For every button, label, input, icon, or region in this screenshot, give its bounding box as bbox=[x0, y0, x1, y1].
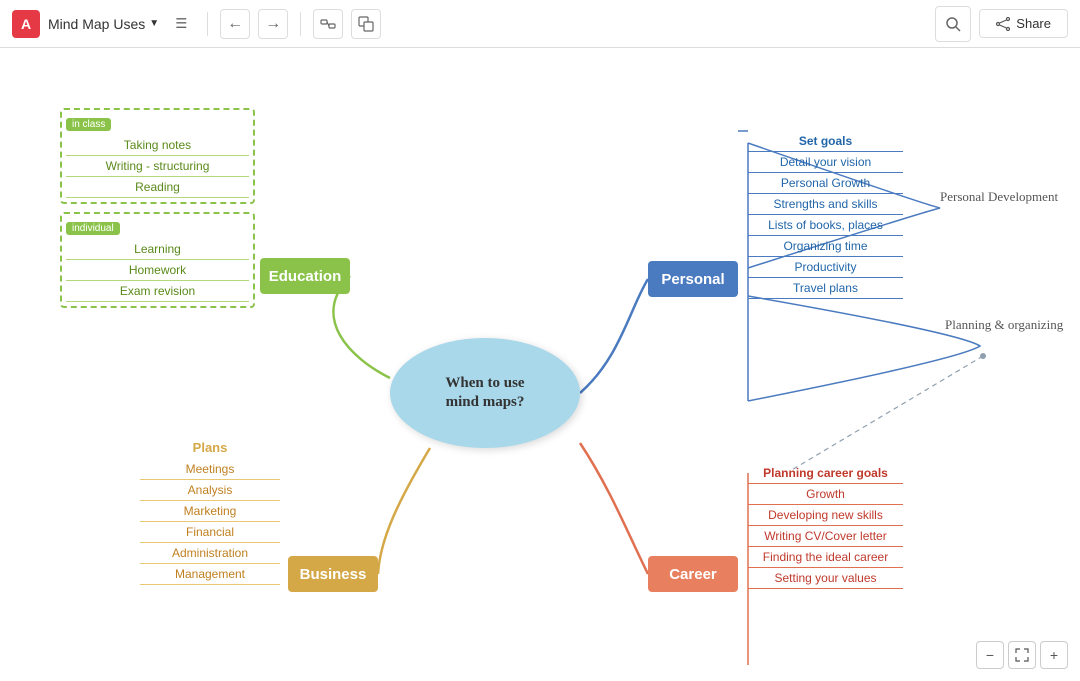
node-personal[interactable]: Personal bbox=[648, 261, 738, 297]
career-leaf-4[interactable]: Finding the ideal career bbox=[748, 547, 903, 568]
business-section-label: Plans bbox=[140, 440, 280, 455]
zoom-out-button[interactable]: − bbox=[976, 641, 1004, 669]
edu-leaf-0[interactable]: Taking notes bbox=[66, 135, 249, 156]
search-button[interactable] bbox=[935, 6, 971, 42]
personal-leaves-group: Set goals Detail your vision Personal Gr… bbox=[748, 131, 903, 299]
zoom-in-button[interactable]: + bbox=[1040, 641, 1068, 669]
edu-leaf-4[interactable]: Homework bbox=[66, 260, 249, 281]
edu-tag-inclass: in class bbox=[66, 118, 111, 131]
annotation-personal-dev: Personal Development bbox=[940, 188, 1058, 206]
career-leaf-0[interactable]: Planning career goals bbox=[748, 463, 903, 484]
edu-box-inclass: in class Taking notes Writing - structur… bbox=[60, 108, 255, 204]
biz-leaf-4[interactable]: Administration bbox=[140, 543, 280, 564]
career-leaf-3[interactable]: Writing CV/Cover letter bbox=[748, 526, 903, 547]
personal-leaf-3[interactable]: Strengths and skills bbox=[748, 194, 903, 215]
zoom-fit-button[interactable] bbox=[1008, 641, 1036, 669]
personal-leaf-2[interactable]: Personal Growth bbox=[748, 173, 903, 194]
separator bbox=[207, 12, 208, 36]
personal-leaf-6[interactable]: Productivity bbox=[748, 257, 903, 278]
zoom-controls: − + bbox=[976, 641, 1068, 669]
career-leaves-group: Planning career goals Growth Developing … bbox=[748, 463, 903, 589]
redo-button[interactable]: → bbox=[258, 9, 288, 39]
share-label: Share bbox=[1016, 16, 1051, 31]
biz-leaf-3[interactable]: Financial bbox=[140, 522, 280, 543]
undo-button[interactable]: ← bbox=[220, 9, 250, 39]
share-button[interactable]: Share bbox=[979, 9, 1068, 38]
education-leaves-group: in class Taking notes Writing - structur… bbox=[60, 108, 255, 316]
logo-button[interactable]: A bbox=[12, 10, 40, 38]
career-leaf-5[interactable]: Setting your values bbox=[748, 568, 903, 589]
canvas[interactable]: When to use mind maps? Personal Educatio… bbox=[0, 48, 1080, 681]
node-business[interactable]: Business bbox=[288, 556, 378, 592]
personal-leaf-7[interactable]: Travel plans bbox=[748, 278, 903, 299]
business-leaves-group: Plans Meetings Analysis Marketing Financ… bbox=[140, 440, 280, 585]
edu-leaf-5[interactable]: Exam revision bbox=[66, 281, 249, 302]
app-title[interactable]: Mind Map Uses ▼ bbox=[48, 16, 159, 32]
edu-leaf-3[interactable]: Learning bbox=[66, 239, 249, 260]
personal-leaf-0[interactable]: Set goals bbox=[748, 131, 903, 152]
logo-icon: A bbox=[21, 16, 31, 32]
edu-box-individual: individual Learning Homework Exam revisi… bbox=[60, 212, 255, 308]
biz-leaf-5[interactable]: Management bbox=[140, 564, 280, 585]
personal-leaf-5[interactable]: Organizing time bbox=[748, 236, 903, 257]
personal-leaf-4[interactable]: Lists of books, places bbox=[748, 215, 903, 236]
biz-leaf-1[interactable]: Analysis bbox=[140, 480, 280, 501]
edu-leaf-2[interactable]: Reading bbox=[66, 177, 249, 198]
menu-button[interactable]: ☰ bbox=[167, 10, 195, 38]
separator2 bbox=[300, 12, 301, 36]
clone-button[interactable] bbox=[351, 9, 381, 39]
node-career[interactable]: Career bbox=[648, 556, 738, 592]
node-education[interactable]: Education bbox=[260, 258, 350, 294]
edu-tag-individual: individual bbox=[66, 222, 120, 235]
toolbar: A Mind Map Uses ▼ ☰ ← → Share bbox=[0, 0, 1080, 48]
career-leaf-1[interactable]: Growth bbox=[748, 484, 903, 505]
edu-leaf-1[interactable]: Writing - structuring bbox=[66, 156, 249, 177]
connect-button[interactable] bbox=[313, 9, 343, 39]
personal-leaf-1[interactable]: Detail your vision bbox=[748, 152, 903, 173]
annotation-planning: Planning & organizing bbox=[945, 316, 1063, 334]
biz-leaf-0[interactable]: Meetings bbox=[140, 459, 280, 480]
career-leaf-2[interactable]: Developing new skills bbox=[748, 505, 903, 526]
central-node: When to use mind maps? bbox=[390, 338, 580, 448]
biz-leaf-2[interactable]: Marketing bbox=[140, 501, 280, 522]
